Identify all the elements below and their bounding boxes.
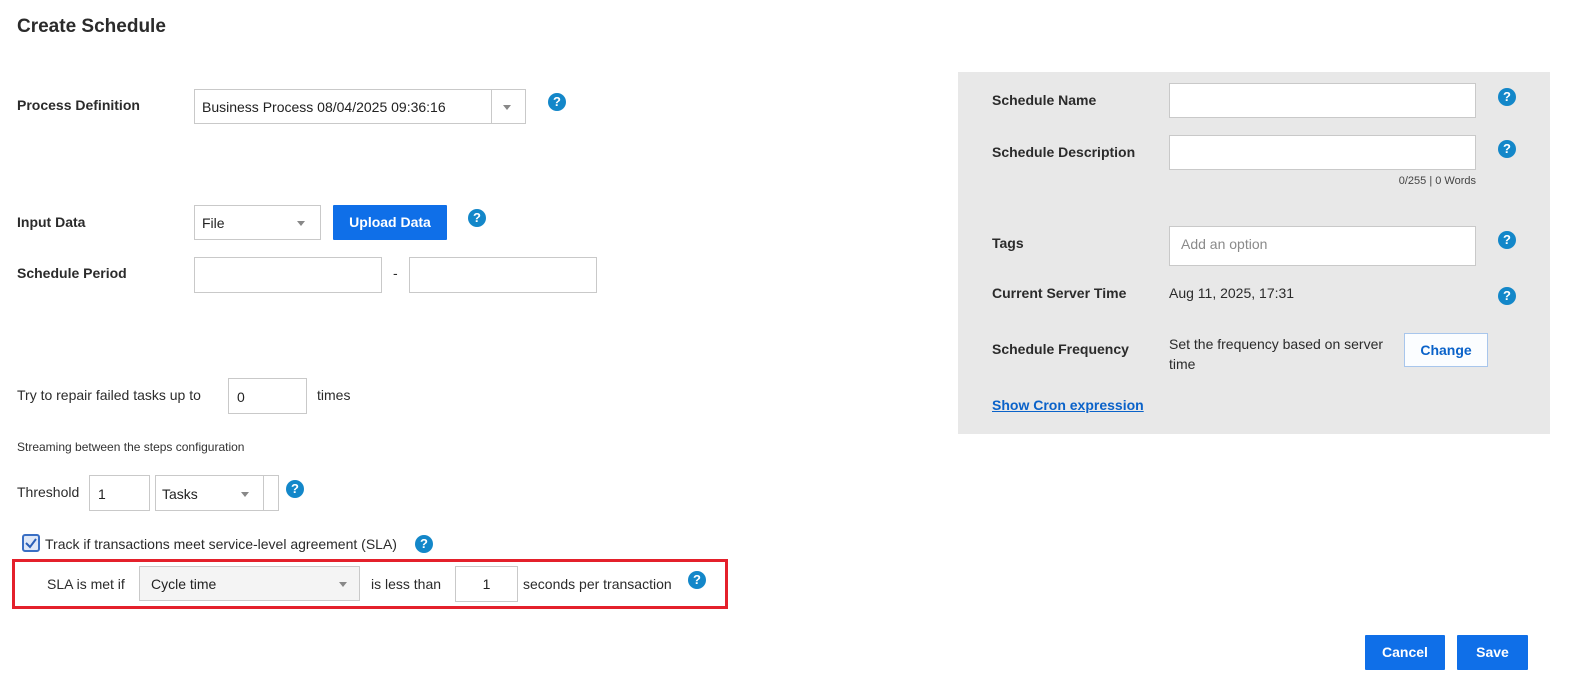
help-circle-icon[interactable]: ?	[1498, 88, 1516, 106]
cancel-button[interactable]: Cancel	[1365, 635, 1445, 670]
description-counter: 0/255 | 0 Words	[1398, 175, 1476, 187]
repair-label: Try to repair failed tasks up to	[17, 387, 201, 403]
sla-metric-value: Cycle time	[151, 576, 217, 592]
select-divider	[263, 476, 264, 510]
sla-metric-select[interactable]: Cycle time	[139, 566, 360, 601]
repair-count-value: 0	[237, 389, 245, 405]
help-circle-icon[interactable]: ?	[415, 535, 433, 553]
help-circle-icon[interactable]: ?	[1498, 287, 1516, 305]
threshold-label: Threshold	[17, 484, 80, 500]
period-separator: -	[393, 265, 398, 281]
tags-label: Tags	[992, 235, 1024, 251]
checkmark-icon	[25, 538, 37, 549]
page-title: Create Schedule	[17, 16, 166, 37]
streaming-heading: Streaming between the steps configuratio…	[17, 440, 245, 454]
save-button[interactable]: Save	[1457, 635, 1528, 670]
frequency-description: Set the frequency based on server time	[1169, 336, 1384, 372]
threshold-input[interactable]: 1	[89, 475, 150, 511]
schedule-frequency-label: Schedule Frequency	[992, 341, 1129, 357]
sla-checkbox-label: Track if transactions meet service-level…	[45, 536, 397, 552]
threshold-unit-select[interactable]: Tasks	[155, 475, 279, 511]
sla-prefix: SLA is met if	[47, 576, 125, 592]
schedule-period-start-input[interactable]	[194, 257, 382, 293]
caret-down-icon[interactable]	[339, 582, 347, 587]
process-definition-value: Business Process 08/04/2025 09:36:16	[202, 99, 446, 115]
threshold-value: 1	[98, 486, 106, 502]
repair-count-input[interactable]: 0	[228, 378, 307, 414]
sla-suffix: seconds per transaction	[523, 576, 672, 592]
process-definition-label: Process Definition	[17, 97, 140, 113]
schedule-description-label: Schedule Description	[992, 144, 1136, 160]
tags-input[interactable]: Add an option	[1169, 226, 1476, 266]
caret-down-icon[interactable]	[503, 105, 511, 110]
sla-checkbox[interactable]	[22, 534, 40, 552]
schedule-period-label: Schedule Period	[17, 265, 127, 281]
server-time-value: Aug 11, 2025, 17:31	[1169, 285, 1295, 301]
sla-comparison: is less than	[371, 576, 442, 592]
help-circle-icon[interactable]: ?	[286, 480, 304, 498]
repair-suffix: times	[317, 387, 351, 403]
schedule-description-input[interactable]	[1169, 135, 1476, 170]
select-divider	[491, 90, 492, 123]
show-cron-link[interactable]: Show Cron expression	[992, 397, 1144, 413]
process-definition-select[interactable]: Business Process 08/04/2025 09:36:16	[194, 89, 526, 124]
help-circle-icon[interactable]: ?	[688, 571, 706, 589]
input-data-value: File	[202, 215, 225, 231]
threshold-unit-value: Tasks	[162, 486, 198, 502]
change-frequency-button[interactable]: Change	[1404, 333, 1488, 367]
upload-data-button[interactable]: Upload Data	[333, 205, 447, 240]
caret-down-icon[interactable]	[297, 221, 305, 226]
caret-down-icon[interactable]	[241, 492, 249, 497]
help-circle-icon[interactable]: ?	[1498, 140, 1516, 158]
help-circle-icon[interactable]: ?	[548, 93, 566, 111]
input-data-select[interactable]: File	[194, 205, 321, 240]
help-circle-icon[interactable]: ?	[468, 209, 486, 227]
schedule-period-end-input[interactable]	[409, 257, 597, 293]
sla-value-input[interactable]: 1	[455, 566, 518, 602]
input-data-label: Input Data	[17, 214, 86, 230]
schedule-name-input[interactable]	[1169, 83, 1476, 118]
schedule-name-label: Schedule Name	[992, 92, 1097, 108]
tags-placeholder: Add an option	[1181, 236, 1268, 252]
sla-value: 1	[482, 576, 491, 592]
server-time-label: Current Server Time	[992, 285, 1127, 301]
help-circle-icon[interactable]: ?	[1498, 231, 1516, 249]
